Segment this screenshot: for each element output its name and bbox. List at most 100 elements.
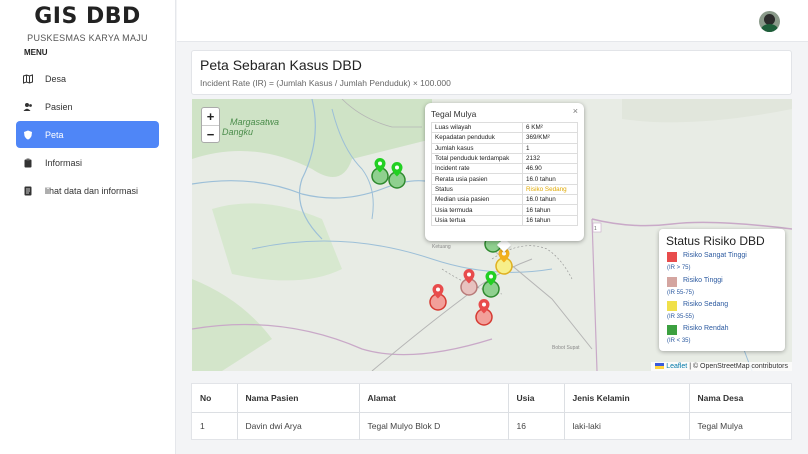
table-header-row: No Nama Pasien Alamat Usia Jenis Kelamin… — [192, 384, 791, 413]
popup-row: Usia termuda 16 tahun — [431, 204, 578, 216]
page-title: Peta Sebaran Kasus DBD — [200, 57, 362, 73]
sidebar-item-informasi[interactable]: Informasi — [16, 149, 159, 176]
cell-usia: 16 — [508, 412, 565, 440]
sidebar-item-label: Desa — [45, 73, 67, 84]
popup-key: Usia termuda — [431, 204, 523, 216]
users-icon — [23, 102, 33, 112]
app-subtitle: PUSKESMAS KARYA MAJU — [27, 33, 148, 43]
svg-text:1: 1 — [594, 226, 597, 232]
sidebar-item-label: Peta — [45, 129, 64, 140]
map-icon — [23, 73, 33, 84]
clipboard-icon — [23, 158, 33, 168]
cell-no: 1 — [192, 412, 238, 440]
map-attribution: Leaflet | © OpenStreetMap contributors — [651, 362, 792, 371]
zoom-control: + − — [201, 107, 220, 143]
map-view[interactable]: 1 Ketuang Bobot Supat Margasatwa Dangku … — [192, 99, 792, 371]
popup-value: 16.0 tahun — [522, 173, 578, 185]
col-nama-pasien: Nama Pasien — [237, 384, 360, 413]
legend-swatch — [667, 277, 677, 287]
osm-attribution: | © OpenStreetMap contributors — [687, 363, 788, 370]
col-no: No — [192, 384, 238, 413]
popup-key: Kepadatan penduduk — [431, 132, 523, 144]
legend-label: Risiko Sedang — [683, 301, 729, 308]
patient-table-card: No Nama Pasien Alamat Usia Jenis Kelamin… — [191, 383, 792, 440]
popup-key: Luas wilayah — [431, 121, 523, 134]
svg-text:Ketuang: Ketuang — [432, 244, 451, 250]
popup-key: Rerata usia pasien — [431, 173, 523, 185]
popup-row: Total penduduk terdampak 2132 — [431, 152, 578, 165]
village-popup: Tegal Mulya × Luas wilayah 6 KM² Kepadata… — [425, 103, 584, 241]
cell-jenis-kelamin: laki-laki — [564, 412, 690, 440]
popup-row: Rerata usia pasien 16.0 tahun — [431, 173, 578, 185]
map-label-margasatwa: Margasatwa — [230, 117, 280, 127]
sidebar-item-pasien[interactable]: Pasien — [16, 93, 159, 120]
popup-row: Kepadatan penduduk 369/KM² — [431, 132, 578, 144]
popup-key: Jumlah kasus — [431, 142, 523, 154]
legend-range: (IR < 35) — [667, 338, 691, 344]
popup-row: Status Risiko Sedang — [431, 183, 578, 196]
cell-alamat: Tegal Mulyo Blok D — [359, 412, 509, 440]
popup-value: 16 tahun — [522, 204, 578, 216]
sidebar: GIS DBD PUSKESMAS KARYA MAJU MENU Desa P… — [0, 0, 176, 454]
zoom-out-button[interactable]: − — [202, 125, 219, 142]
legend-range: (IR 35-55) — [667, 314, 695, 320]
col-jenis-kelamin: Jenis Kelamin — [564, 384, 690, 413]
legend-swatch — [667, 301, 677, 311]
popup-value: 16 tahun — [522, 214, 578, 226]
top-navbar — [177, 0, 808, 42]
file-icon — [23, 186, 33, 196]
popup-key: Status — [431, 183, 523, 196]
legend-range: (IR > 75) — [667, 265, 691, 271]
popup-row: Usia tertua 16 tahun — [431, 214, 578, 226]
col-nama-desa: Nama Desa — [689, 384, 791, 413]
legend-title: Status Risiko DBD — [666, 234, 765, 248]
col-usia: Usia — [508, 384, 565, 413]
zoom-in-button[interactable]: + — [202, 108, 219, 125]
patient-table: No Nama Pasien Alamat Usia Jenis Kelamin… — [192, 384, 791, 440]
sidebar-item-desa[interactable]: Desa — [16, 65, 159, 92]
popup-key: Incident rate — [431, 163, 523, 175]
popup-key: Usia tertua — [431, 214, 523, 226]
popup-key: Median usia pasien — [431, 194, 523, 206]
marker-red-1[interactable] — [428, 283, 450, 318]
popup-value: 369/KM² — [522, 132, 578, 144]
status-value: Risiko Sedang — [522, 183, 578, 196]
popup-value: 6 KM² — [522, 121, 578, 134]
ukraine-flag-icon — [655, 363, 665, 370]
map-label-dangku: Dangku — [222, 127, 254, 137]
user-avatar[interactable] — [759, 11, 780, 32]
menu-heading: MENU — [24, 48, 48, 57]
legend-label: Risiko Rendah — [683, 325, 729, 332]
popup-value: 46.90 — [522, 163, 578, 175]
sidebar-item-peta[interactable]: Peta — [16, 121, 159, 148]
popup-row: Incident rate 46.90 — [431, 163, 578, 175]
sidebar-item-lihat-data[interactable]: lihat data dan informasi — [16, 177, 159, 204]
sidebar-item-label: lihat data dan informasi — [45, 185, 139, 196]
popup-close-button[interactable]: × — [573, 106, 578, 116]
popup-value: 1 — [522, 142, 578, 154]
shield-icon — [23, 130, 33, 140]
marker-cluster-green-2[interactable] — [387, 161, 409, 196]
table-row: 1 Davin dwi Arya Tegal Mulyo Blok D 16 l… — [192, 412, 791, 440]
sidebar-item-label: Informasi — [45, 157, 83, 168]
legend-range: (IR 55-75) — [667, 290, 695, 296]
popup-title: Tegal Mulya — [431, 109, 477, 119]
popup-key: Total penduduk terdampak — [431, 152, 523, 165]
app-title: GIS DBD — [34, 4, 141, 29]
marker-red-2[interactable] — [474, 298, 496, 333]
legend-label: Risiko Tinggi — [683, 277, 723, 284]
popup-row: Median usia pasien 16.0 tahun — [431, 194, 578, 206]
legend-label: Risiko Sangat Tinggi — [683, 252, 747, 259]
popup-value: 16.0 tahun — [522, 194, 578, 206]
leaflet-link[interactable]: Leaflet — [666, 363, 687, 370]
incident-rate-formula: Incident Rate (IR) = (Jumlah Kasus / Jum… — [200, 78, 451, 88]
svg-text:Bobot Supat: Bobot Supat — [552, 345, 580, 351]
popup-value: 2132 — [522, 152, 578, 165]
map-header-card: Peta Sebaran Kasus DBD Incident Rate (IR… — [191, 50, 792, 95]
col-alamat: Alamat — [359, 384, 509, 413]
popup-row: Jumlah kasus 1 — [431, 142, 578, 154]
cell-nama-desa: Tegal Mulya — [697, 421, 743, 432]
cell-nama-pasien: Davin dwi Arya — [237, 412, 360, 440]
popup-info-table: Luas wilayah 6 KM² Kepadatan penduduk 369/… — [431, 121, 578, 226]
popup-row: Luas wilayah 6 KM² — [431, 121, 578, 134]
